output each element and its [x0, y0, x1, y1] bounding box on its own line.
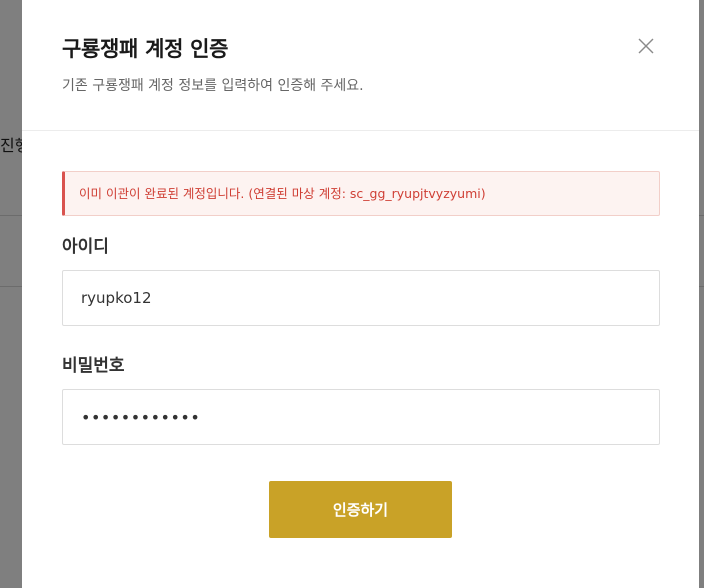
error-alert: 이미 이관이 완료된 계정입니다. (연결된 마상 계정: sc_gg_ryup…: [62, 171, 660, 216]
modal-header: 구룡쟁패 계정 인증 기존 구룡쟁패 계정 정보를 입력하여 인증해 주세요.: [22, 0, 699, 131]
close-button[interactable]: [634, 34, 658, 58]
password-label: 비밀번호: [62, 356, 125, 376]
modal-title: 구룡쟁패 계정 인증: [62, 37, 229, 61]
modal-subtitle: 기존 구룡쟁패 계정 정보를 입력하여 인증해 주세요.: [62, 78, 364, 94]
account-auth-modal: 구룡쟁패 계정 인증 기존 구룡쟁패 계정 정보를 입력하여 인증해 주세요. …: [22, 0, 699, 588]
error-alert-message: 이미 이관이 완료된 계정입니다. (연결된 마상 계정: sc_gg_ryup…: [79, 185, 486, 201]
verify-button[interactable]: 인증하기: [269, 481, 452, 538]
password-input[interactable]: [62, 389, 660, 445]
id-input[interactable]: [62, 270, 660, 326]
close-icon: [638, 38, 654, 54]
id-label: 아이디: [62, 237, 109, 257]
